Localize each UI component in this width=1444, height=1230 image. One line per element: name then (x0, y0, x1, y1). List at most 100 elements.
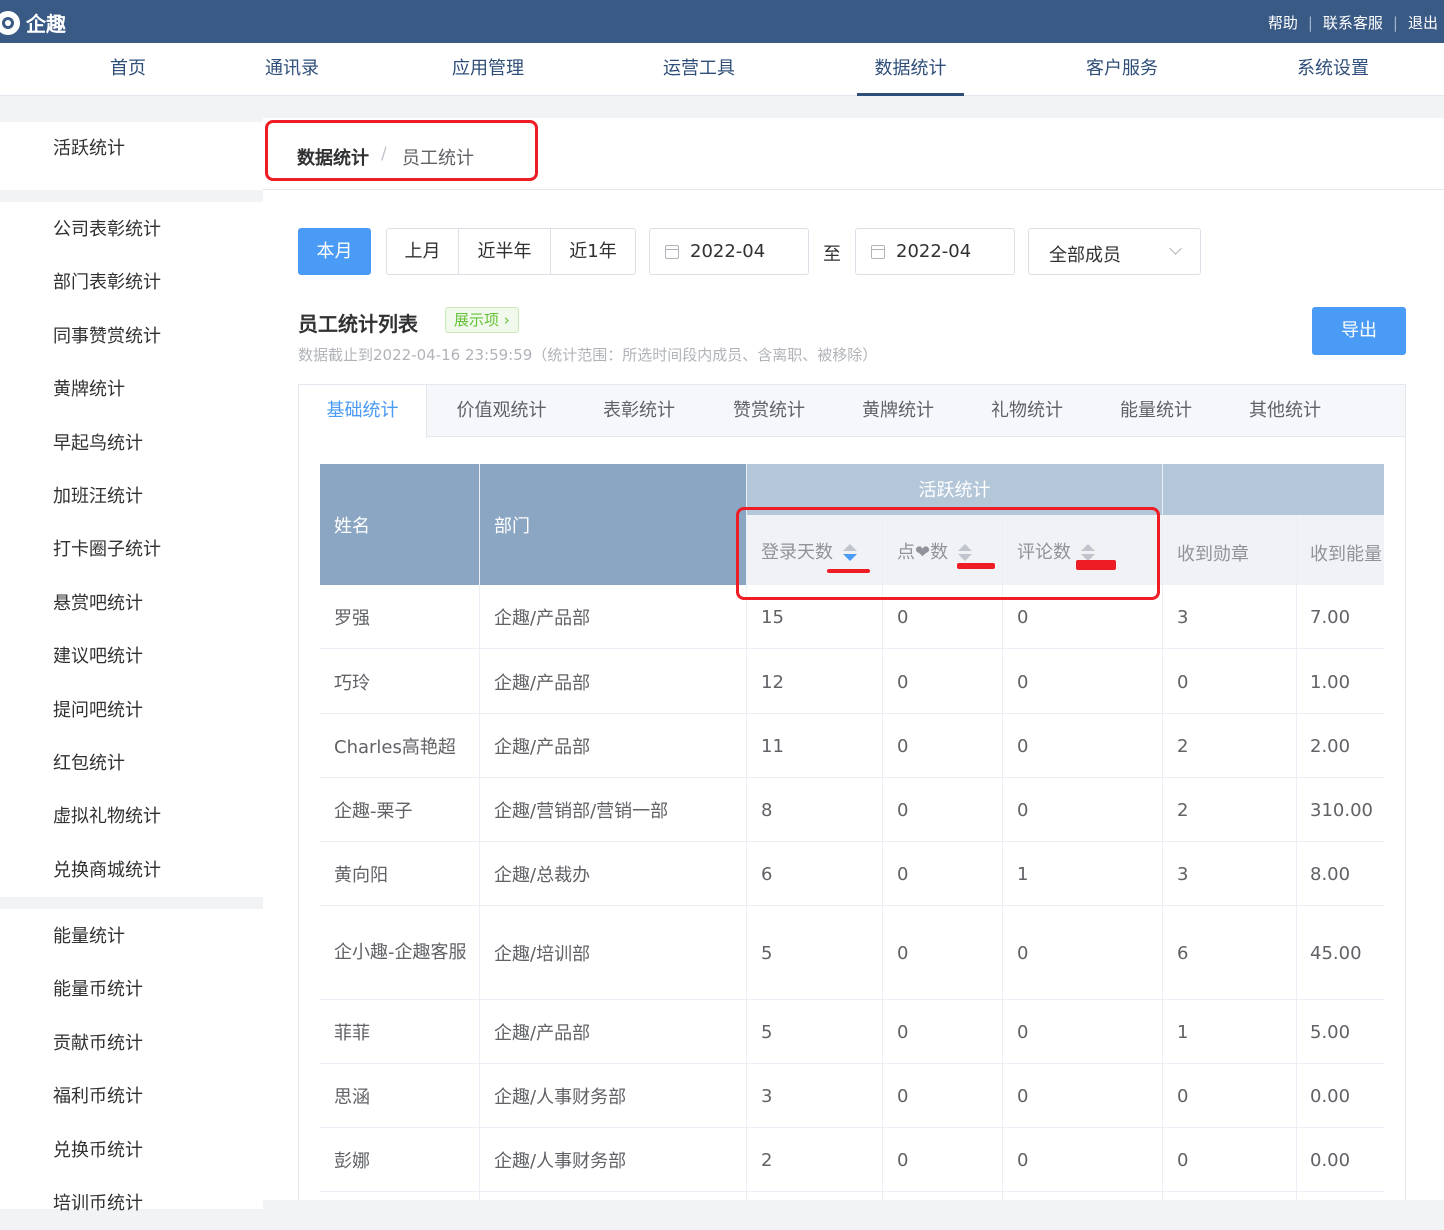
nav-data-statistics[interactable]: 数据统计 (857, 43, 964, 96)
help-link[interactable]: 帮助 (1268, 12, 1298, 33)
last-month-button[interactable]: 上月 (386, 228, 459, 275)
sidebar-item[interactable]: 加班汪统计 (0, 470, 263, 523)
cell-dept: 企趣/产品部 (494, 737, 591, 758)
cell-name: 黄向阳 (334, 865, 388, 886)
sidebar-item[interactable]: 建议吧统计 (0, 630, 263, 683)
sidebar-item[interactable]: 虚拟礼物统计 (0, 790, 263, 843)
sidebar-item[interactable]: 红包统计 (0, 737, 263, 790)
sidebar-item[interactable]: 能量统计 (0, 910, 263, 963)
sidebar-item[interactable]: 福利币统计 (0, 1070, 263, 1123)
cell-energy: 5.00 (1310, 1021, 1351, 1043)
cell-energy: 310.00 (1310, 799, 1373, 821)
tab-basic-stats[interactable]: 基础统计 (299, 385, 427, 438)
nav-operation-tools[interactable]: 运营工具 (654, 43, 744, 96)
sidebar-item[interactable]: 贡献币统计 (0, 1017, 263, 1070)
sidebar-item-active-stats[interactable]: 活跃统计 (0, 122, 263, 175)
sidebar-item[interactable]: 提问吧统计 (0, 684, 263, 737)
table-row[interactable]: Charles高艳超 企趣/产品部 11 0 0 2 2.00 (320, 714, 1384, 778)
sidebar-item[interactable]: 悬赏吧统计 (0, 577, 263, 630)
tab-yellow-card-stats[interactable]: 黄牌统计 (848, 385, 948, 437)
sidebar-item[interactable]: 培训币统计 (0, 1177, 263, 1230)
table-row[interactable]: 彭娜 企趣/人事财务部 2 0 0 0 0.00 (320, 1128, 1384, 1192)
cell-energy: 2.00 (1310, 735, 1351, 757)
top-links: 帮助 | 联系客服 | 退出 (1268, 12, 1438, 33)
export-button[interactable]: 导出 (1312, 307, 1406, 355)
cell-energy: 7.00 (1310, 606, 1351, 628)
sidebar-item[interactable]: 兑换商城统计 (0, 844, 263, 897)
cell-name: 巧玲 (334, 673, 370, 694)
sidebar-item[interactable]: 早起鸟统计 (0, 417, 263, 470)
sidebar-item[interactable]: 兑换币统计 (0, 1124, 263, 1177)
cell-login-days: 5 (761, 942, 773, 964)
sidebar-item[interactable]: 打卡圈子统计 (0, 523, 263, 576)
tab-values-stats[interactable]: 价值观统计 (439, 385, 564, 437)
nav-contacts[interactable]: 通讯录 (256, 43, 328, 96)
sidebar-item[interactable]: 公司表彰统计 (0, 203, 263, 256)
one-year-button[interactable]: 近1年 (550, 228, 636, 275)
date-range-separator: 至 (823, 244, 841, 265)
cell-medals: 1 (1177, 1021, 1189, 1043)
tab-commendation-stats[interactable]: 表彰统计 (589, 385, 689, 437)
start-date-picker[interactable]: 2022-04 (649, 228, 809, 275)
sidebar: 活跃统计 公司表彰统计 部门表彰统计 同事赞赏统计 黄牌统计 早起鸟统计 加班汪… (0, 122, 263, 1214)
member-select[interactable]: 全部成员 (1028, 228, 1201, 275)
main-content: 数据统计 / 员工统计 本月 上月 近半年 近1年 2022-04 至 2022… (263, 118, 1444, 1200)
cell-name: 罗强 (334, 608, 370, 629)
tab-appreciation-stats[interactable]: 赞赏统计 (719, 385, 819, 437)
divider: | (1307, 13, 1313, 32)
this-month-button[interactable]: 本月 (298, 228, 371, 275)
table-row[interactable]: 企小趣-企趣客服 企趣/培训部 5 0 0 6 45.00 (320, 906, 1384, 1000)
table-row[interactable]: 菲菲 企趣/产品部 5 0 0 1 5.00 (320, 1000, 1384, 1064)
nav-system-settings[interactable]: 系统设置 (1288, 43, 1378, 96)
cell-name: 企小趣-企趣客服 (334, 942, 467, 963)
table-row[interactable]: 企趣-栗子 企趣/营销部/营销一部 8 0 0 2 310.00 (320, 778, 1384, 842)
tab-other-stats[interactable]: 其他统计 (1235, 385, 1335, 437)
column-header-dept-label: 部门 (494, 516, 530, 537)
cell-dept: 企趣/营销部/营销一部 (494, 801, 669, 822)
stats-tabs: 基础统计 价值观统计 表彰统计 赞赏统计 黄牌统计 礼物统计 能量统计 其他统计 (298, 384, 1406, 438)
cell-dept: 企趣/产品部 (494, 608, 591, 629)
cell-comments: 0 (1017, 735, 1029, 757)
table-row[interactable]: 巧玲 企趣/产品部 12 0 0 0 1.00 (320, 650, 1384, 714)
cell-likes: 0 (897, 863, 909, 885)
column-group-header (1163, 464, 1384, 515)
underline-annotation (957, 563, 995, 569)
sidebar-item[interactable]: 同事赞赏统计 (0, 310, 263, 363)
nav-app-management[interactable]: 应用管理 (443, 43, 533, 96)
end-date-picker[interactable]: 2022-04 (855, 228, 1015, 275)
underline-annotation (1076, 560, 1116, 570)
sidebar-item[interactable]: 能量币统计 (0, 963, 263, 1016)
cell-energy: 8.00 (1310, 863, 1351, 885)
table-row[interactable]: 思涵 企趣/人事财务部 3 0 0 0 0.00 (320, 1064, 1384, 1128)
cell-dept: 企趣/人事财务部 (494, 1151, 627, 1172)
sidebar-group-active: 活跃统计 (0, 122, 263, 190)
logout-link[interactable]: 退出 (1408, 12, 1438, 33)
cell-login-days: 5 (761, 1021, 773, 1043)
app-logo[interactable]: 企趣 (0, 8, 66, 37)
cell-likes: 0 (897, 1021, 909, 1043)
sidebar-item[interactable]: 黄牌统计 (0, 363, 263, 416)
top-bar: 企趣 帮助 | 联系客服 | 退出 (0, 0, 1444, 43)
list-title: 员工统计列表 (298, 312, 418, 336)
nav-customer-service[interactable]: 客户服务 (1077, 43, 1167, 96)
cell-name: Charles高艳超 (334, 737, 456, 758)
cell-comments: 1 (1017, 863, 1029, 885)
cell-energy: 0.00 (1310, 1085, 1351, 1107)
sidebar-group-currency: 能量统计 能量币统计 贡献币统计 福利币统计 兑换币统计 培训币统计 (0, 909, 263, 1214)
cell-likes: 0 (897, 942, 909, 964)
half-year-button[interactable]: 近半年 (458, 228, 551, 275)
tab-energy-stats[interactable]: 能量统计 (1106, 385, 1206, 437)
nav-home[interactable]: 首页 (100, 43, 156, 96)
tab-gift-stats[interactable]: 礼物统计 (977, 385, 1077, 437)
table-row[interactable]: 黄向阳 企趣/总裁办 6 0 1 3 8.00 (320, 842, 1384, 906)
tab-panel: 姓名 部门 活跃统计 登录天数 点❤数 评论数 收到勋章 收到能量 罗强 企趣/… (298, 436, 1406, 1200)
column-header-name: 姓名 (320, 464, 479, 585)
cell-comments: 0 (1017, 1021, 1029, 1043)
sidebar-item[interactable]: 部门表彰统计 (0, 256, 263, 309)
cell-likes: 0 (897, 1085, 909, 1107)
display-items-button[interactable]: 展示项 › (445, 307, 519, 333)
cell-login-days: 6 (761, 863, 773, 885)
cell-name: 思涵 (334, 1087, 370, 1108)
main-nav: 首页 通讯录 应用管理 运营工具 数据统计 客户服务 系统设置 (0, 43, 1444, 96)
contact-support-link[interactable]: 联系客服 (1323, 12, 1383, 33)
